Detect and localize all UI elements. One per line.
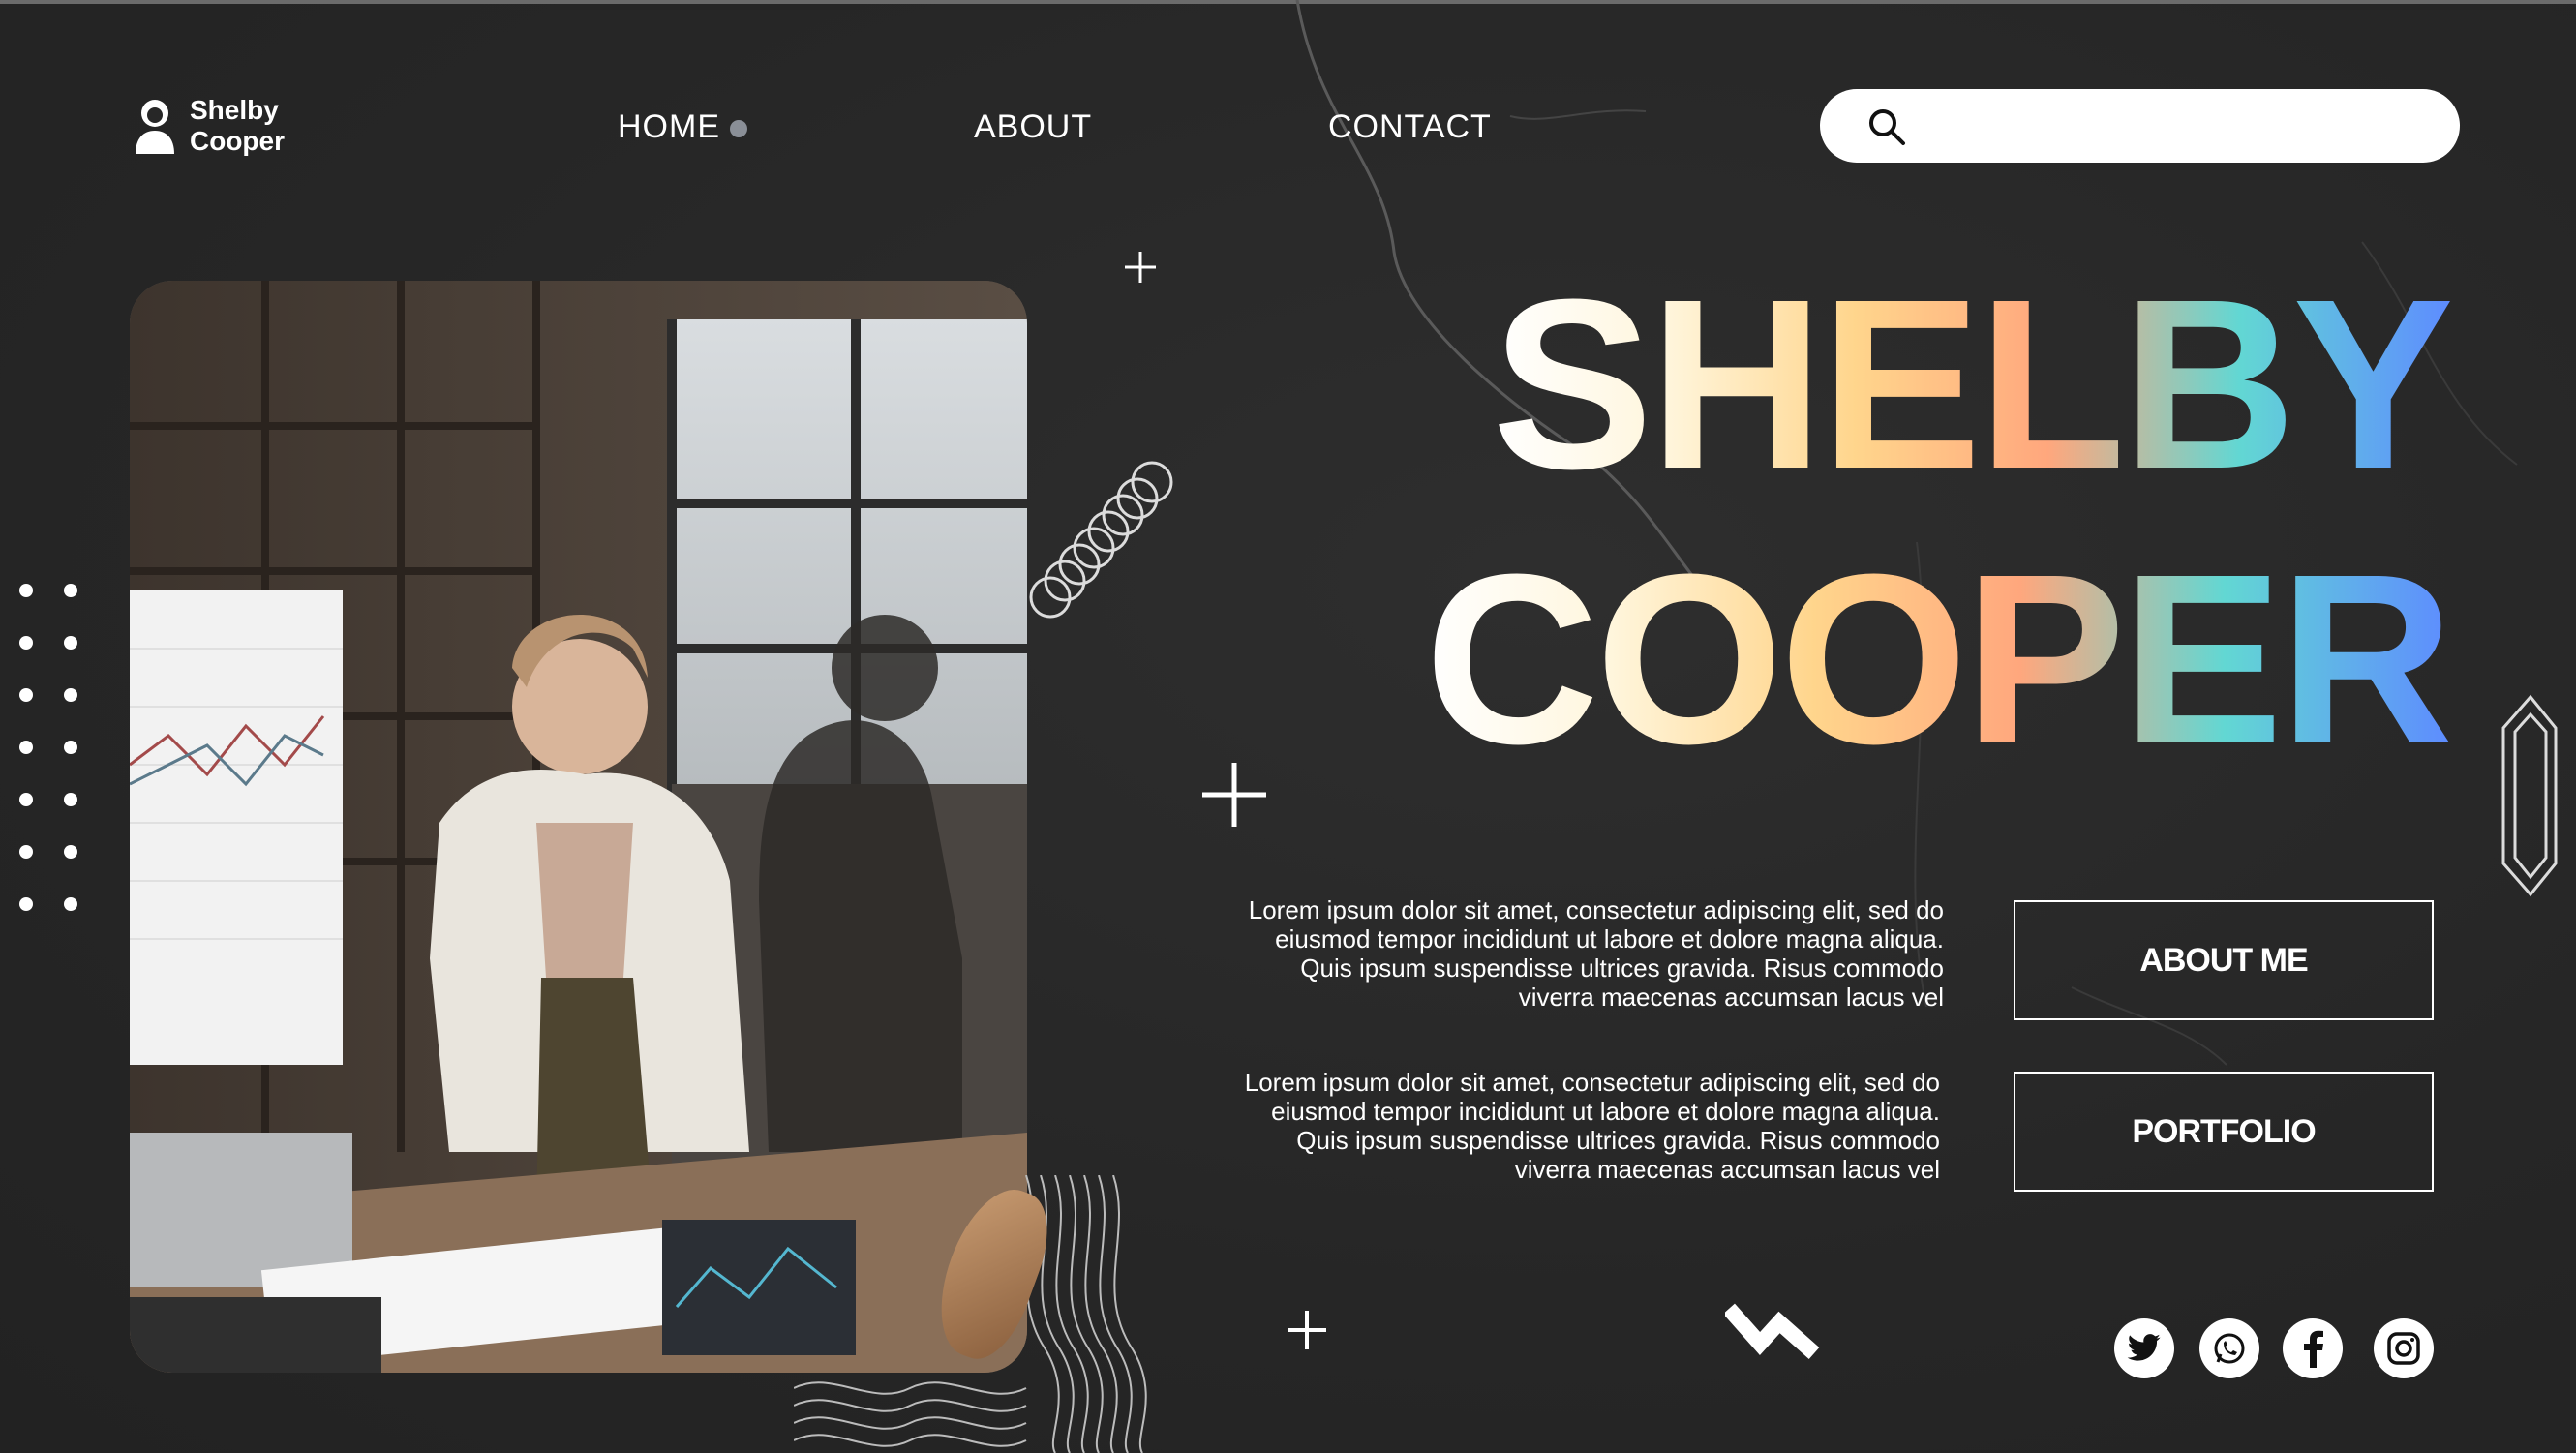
- plus-decoration: [1202, 763, 1266, 827]
- search-input[interactable]: [1820, 89, 2460, 163]
- search-field[interactable]: [1926, 103, 2434, 151]
- search-icon[interactable]: [1866, 106, 1907, 147]
- zigzag-decoration: [1725, 1303, 1820, 1359]
- plus-decoration: [1288, 1311, 1326, 1349]
- hero-title-first: SHELBY: [1491, 249, 2454, 519]
- nav-active-dot: [730, 120, 747, 137]
- hero-title-last: COOPER: [1424, 524, 2454, 794]
- user-avatar-icon: [136, 100, 174, 154]
- nav-home[interactable]: HOME: [618, 108, 720, 146]
- nav-about[interactable]: ABOUT: [974, 108, 1092, 146]
- brand-name-first: Shelby: [190, 95, 279, 125]
- nav-contact[interactable]: CONTACT: [1328, 108, 1492, 146]
- plus-decoration: [1125, 252, 1156, 283]
- facebook-icon[interactable]: [2283, 1318, 2343, 1378]
- about-me-button[interactable]: ABOUT ME: [2014, 900, 2434, 1020]
- coil-decoration: [1029, 461, 1173, 619]
- instagram-icon[interactable]: [2374, 1318, 2434, 1378]
- portfolio-button[interactable]: PORTFOLIO: [2014, 1072, 2434, 1192]
- intro-paragraph: Lorem ipsum dolor sit amet, consectetur …: [1248, 895, 1944, 1012]
- brand-name-last: Cooper: [190, 126, 285, 156]
- twitter-icon[interactable]: [2114, 1318, 2174, 1378]
- crystal-decoration: [2501, 694, 2558, 897]
- landing-page: Shelby Cooper HOME ABOUT CONTACT SHELBY …: [0, 0, 2576, 1453]
- whatsapp-icon[interactable]: [2199, 1318, 2259, 1378]
- intro-paragraph-secondary: Lorem ipsum dolor sit amet, consectetur …: [1244, 1068, 1940, 1184]
- brand-logo[interactable]: Shelby Cooper: [134, 95, 285, 157]
